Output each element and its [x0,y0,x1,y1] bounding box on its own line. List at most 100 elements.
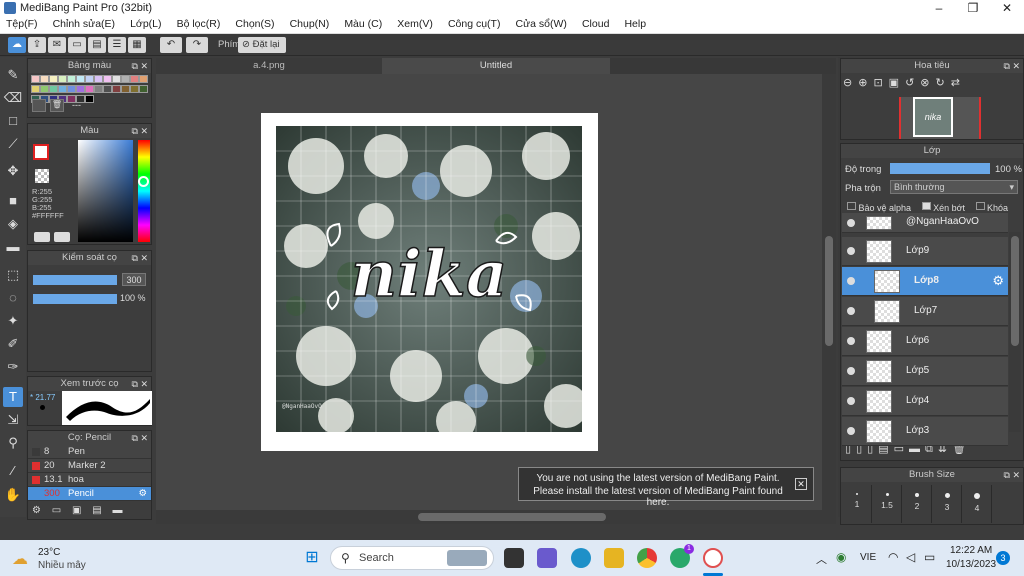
brush-list-item[interactable]: 8 Pen [28,445,151,459]
comment-icon[interactable]: ✉ [48,37,66,53]
brush-tool-icon[interactable]: ✎ [3,65,23,85]
panel-controls-icon[interactable]: ⧉ ✕ [132,431,148,445]
visibility-icon[interactable] [847,337,855,345]
hand-tool-icon[interactable]: ✋ [3,485,23,505]
panel-controls-icon[interactable]: ⧉ ✕ [132,59,148,73]
rotate-right-icon[interactable]: ↻ [936,77,951,89]
color-swatch[interactable] [139,75,148,83]
artwork-image[interactable]: nika @NganHaaOvO [276,126,582,432]
color-swatch[interactable] [121,75,130,83]
tab-a4[interactable]: a.4.png [156,58,382,74]
language-indicator[interactable]: VIE [860,552,876,563]
color-mode-button[interactable] [34,232,50,242]
minimize-button[interactable]: – [922,0,956,17]
lock-checkbox[interactable] [975,202,985,210]
hue-handle[interactable] [138,176,149,187]
menu-tools[interactable]: Công cụ(T) [442,17,507,30]
panel-controls-icon[interactable]: ⧉ ✕ [1004,59,1020,73]
windows-start-icon[interactable]: ⊞ [302,548,322,568]
brush-list-item[interactable]: 13.1 hoa [28,473,151,487]
clock-time[interactable]: 12:22 AM [950,545,992,556]
layer-row[interactable]: Lớp6 [842,327,1008,356]
eraser-tool-icon[interactable]: ⌫ [3,88,23,108]
zoom-in-icon[interactable]: ⊕ [858,77,873,89]
layer-row[interactable]: @NganHaaOvO [842,213,1008,233]
gear-icon[interactable]: ⚙ [138,487,147,501]
pen-tool-icon[interactable]: ⁄ [3,461,23,481]
layers-scrollbar[interactable] [1009,232,1021,432]
cloud-icon[interactable]: ☁ [8,37,26,53]
new-brush-icon[interactable]: ▭ [52,505,61,516]
task-view-icon[interactable] [504,548,524,568]
select-tool-icon[interactable]: ⬚ [3,265,23,285]
menu-help[interactable]: Help [618,17,652,30]
layer-row[interactable]: Lớp8 ⚙ [842,267,1008,296]
clipping-checkbox[interactable] [921,202,931,210]
color-swatch[interactable] [49,85,58,93]
close-notification-icon[interactable]: ✕ [795,478,807,490]
visibility-icon[interactable] [847,247,855,255]
menu-color[interactable]: Màu (C) [338,17,388,30]
lasso-tool-icon[interactable]: ◌ [3,288,23,308]
chrome-icon[interactable] [637,548,657,568]
panel-controls-icon[interactable]: ⧉ ✕ [132,124,148,138]
color-swatch[interactable] [103,85,112,93]
edge-icon[interactable] [571,548,591,568]
flip-icon[interactable]: ⇄ [951,77,966,89]
fill-rect-tool-icon[interactable]: ■ [3,191,23,211]
board-icon[interactable]: ▭ [68,37,86,53]
horizontal-scrollbar[interactable] [156,510,836,524]
brush-size-cell[interactable]: 1 [843,485,872,523]
layer-row[interactable]: Lớp7 [842,297,1008,326]
battery-icon[interactable]: ▭ [924,550,935,564]
menu-window[interactable]: Cửa sổ(W) [510,17,573,30]
visibility-icon[interactable] [847,307,855,315]
weather-icon[interactable]: ☁ [12,549,34,568]
redo-icon[interactable]: ↷ [186,37,208,53]
menu-cloud[interactable]: Cloud [576,17,615,30]
vertical-scrollbar[interactable] [822,74,836,510]
color-swatch[interactable] [31,85,40,93]
color-swatch[interactable] [67,75,76,83]
magic-wand-icon[interactable]: ✦ [3,311,23,331]
move-tool-icon[interactable]: ✥ [3,161,23,181]
menu-filter[interactable]: Bộ lọc(R) [171,17,227,30]
color-swatch[interactable] [67,85,76,93]
operation-tool-icon[interactable]: ⇲ [3,410,23,430]
select-eraser-icon[interactable]: ✑ [3,357,23,377]
rotate-left-icon[interactable]: ↺ [905,77,920,89]
chat-app-icon[interactable]: 1 [670,544,694,568]
zoom-out-icon[interactable]: ⊖ [843,77,858,89]
color-swap-button[interactable] [54,232,70,242]
brush-size-cell[interactable]: 3 [933,485,962,523]
update-notification[interactable]: You are not using the latest version of … [518,467,814,508]
layer-row[interactable]: Lớp5 [842,357,1008,386]
panel-controls-icon[interactable]: ⧉ ✕ [132,251,148,265]
menu-layer[interactable]: Lớp(L) [124,17,167,30]
brush-size-slider[interactable] [33,275,117,285]
color-swatch[interactable] [121,85,130,93]
color-swatch[interactable] [112,85,121,93]
tab-untitled[interactable]: Untitled [382,58,610,74]
color-swatch[interactable] [58,75,67,83]
undo-icon[interactable]: ↶ [160,37,182,53]
transparent-color-swatch[interactable] [35,169,49,183]
hue-slider[interactable] [138,140,150,242]
menu-view[interactable]: Xem(V) [391,17,439,30]
reset-view-icon[interactable]: ⊗ [920,77,935,89]
blend-mode-select[interactable]: Bình thường ▾ [890,180,1018,194]
line-tool-icon[interactable]: ⟋ [3,134,23,154]
shape-tool-icon[interactable]: □ [3,111,23,131]
brush-size-cell[interactable]: 4 [963,485,992,523]
color-swatch[interactable] [112,75,121,83]
grid-icon[interactable]: ▦ [128,37,146,53]
horizontal-scroll-thumb[interactable] [418,513,606,521]
color-swatch[interactable] [94,75,103,83]
visibility-icon[interactable] [847,277,855,285]
color-swatch[interactable] [94,85,103,93]
color-swatch[interactable] [130,85,139,93]
medibang-taskbar-icon[interactable] [703,548,723,568]
teams-icon[interactable] [537,548,557,568]
brush-import-icon[interactable]: ▣ [72,505,81,516]
document-icon[interactable]: ▤ [88,37,106,53]
